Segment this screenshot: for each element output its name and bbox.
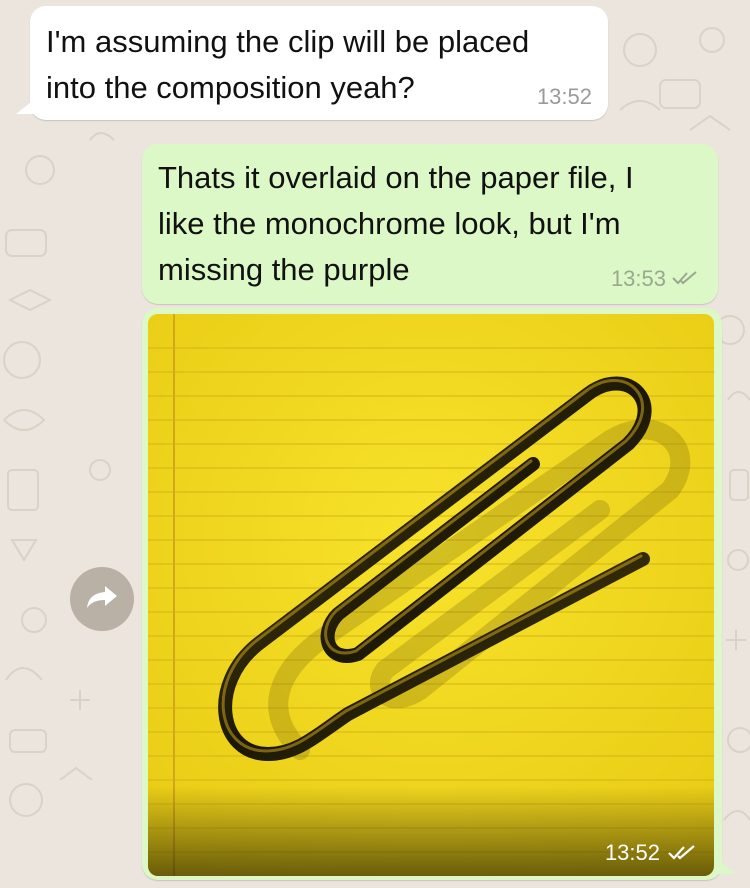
- double-check-icon: [668, 844, 696, 862]
- message-text: I'm assuming the clip will be placed int…: [46, 24, 530, 105]
- message-timestamp: 13:52: [536, 84, 592, 109]
- incoming-message-bubble[interactable]: I'm assuming the clip will be placed int…: [16, 6, 608, 120]
- forward-arrow-icon: [85, 583, 119, 616]
- image-meta: 13:52: [605, 840, 696, 866]
- outgoing-message-bubble[interactable]: Thats it overlaid on the paper file, I l…: [142, 144, 718, 304]
- bubble-tail: [16, 98, 36, 114]
- message-timestamp: 13:52: [604, 840, 660, 865]
- image-attachment[interactable]: 13:52: [148, 314, 714, 876]
- outgoing-image-message[interactable]: 13:52: [142, 308, 736, 880]
- bubble-tail: [716, 858, 736, 874]
- forward-button[interactable]: [70, 567, 134, 631]
- message-timestamp: 13:53: [610, 266, 666, 291]
- message-meta: 13:53: [611, 266, 698, 292]
- double-check-icon: [672, 266, 698, 292]
